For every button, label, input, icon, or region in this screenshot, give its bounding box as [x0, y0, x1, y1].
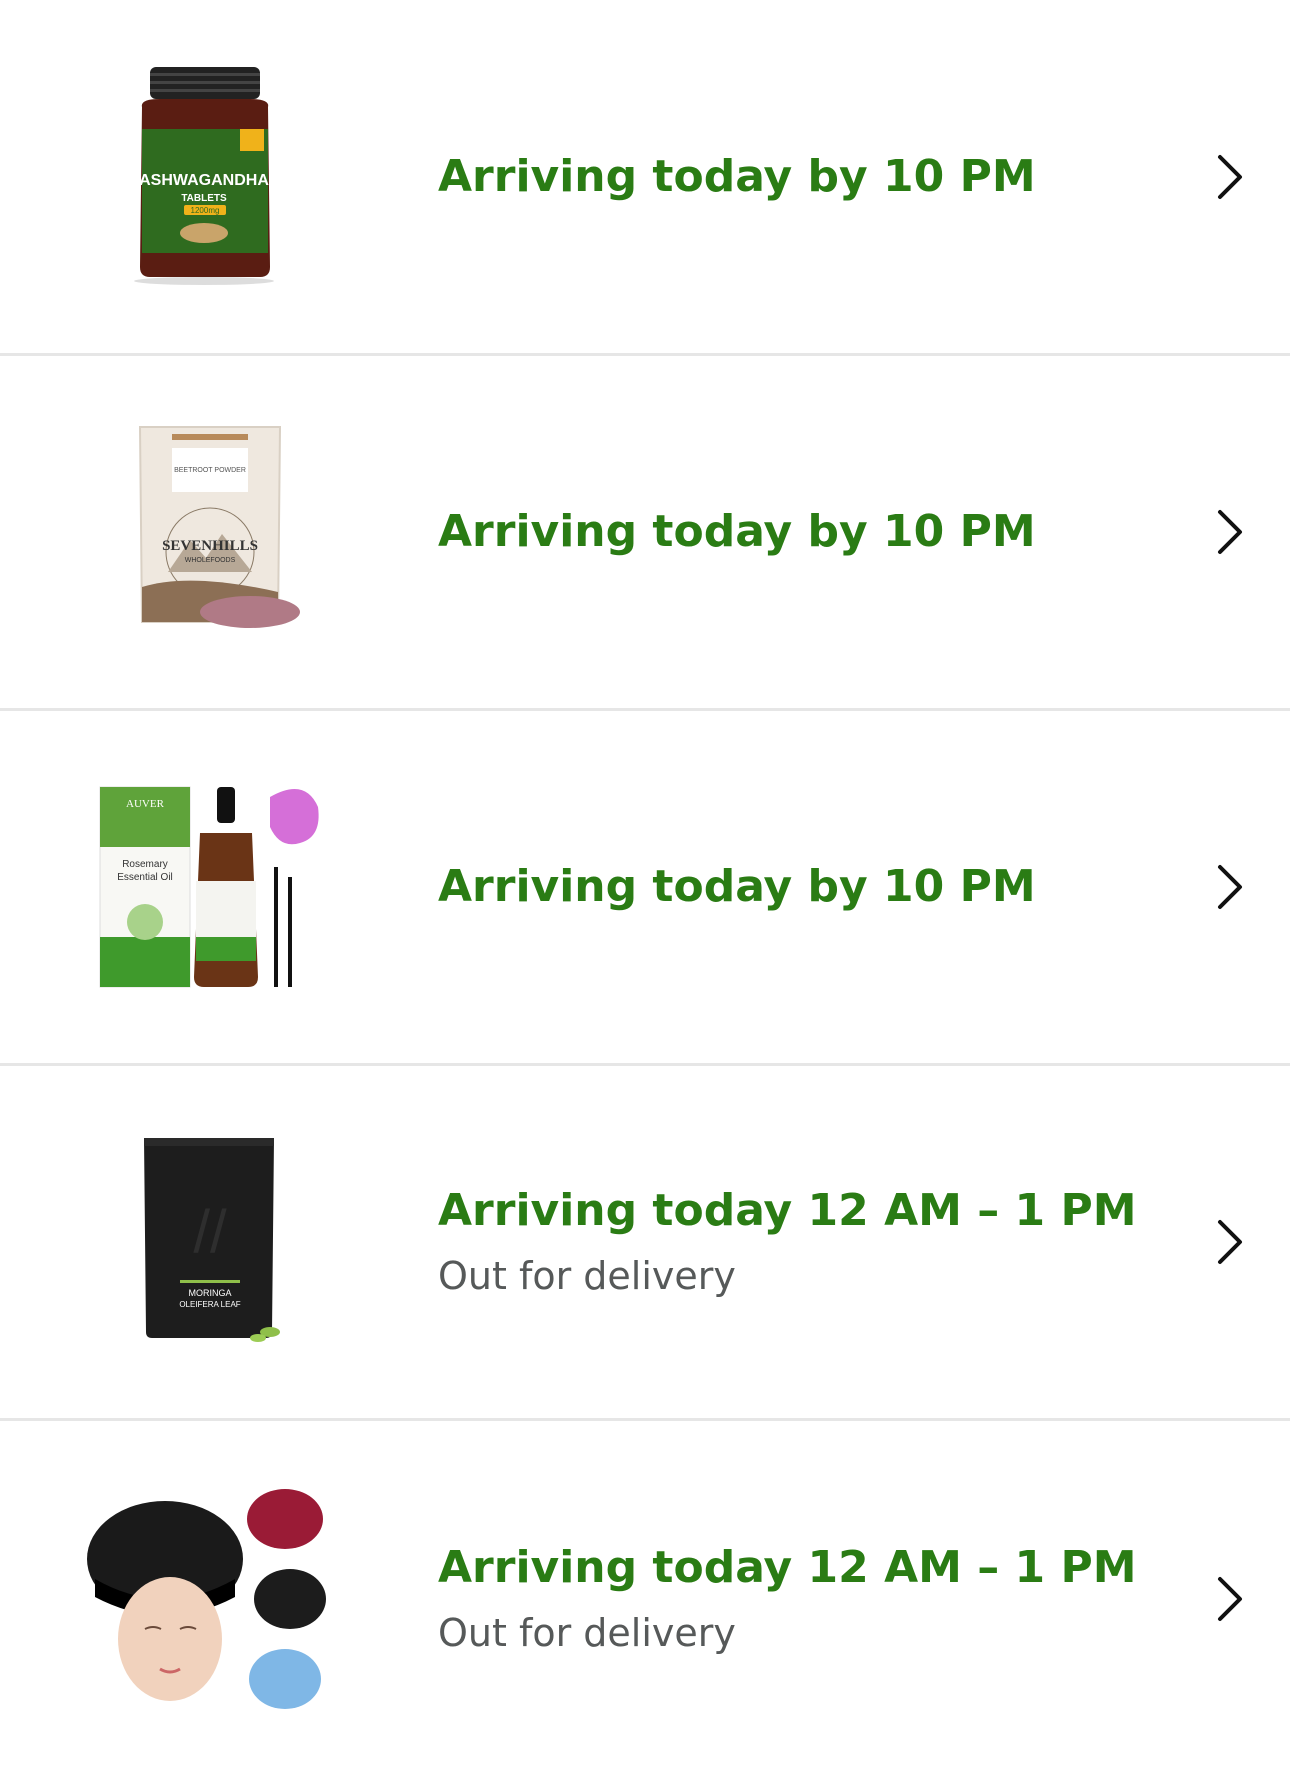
- delivery-text: Arriving today by 10 PM: [438, 859, 1036, 915]
- rosemary-oil-set-image: AUVER Rosemary Essential Oil: [99, 786, 319, 988]
- image-line2-text: Rosemary: [122, 859, 168, 870]
- satin-bonnet-image: [87, 1488, 326, 1709]
- image-line2-text: TABLETS: [181, 193, 227, 204]
- product-image-ashwagandha[interactable]: ASHWAGANDHA TABLETS 1200mg: [80, 52, 340, 302]
- product-image-beetroot-powder[interactable]: BEETROOT POWDER SEVENHILLS WHOLEFOODS: [80, 407, 340, 657]
- svg-text://: //: [193, 1198, 227, 1265]
- delivery-status: Arriving today 12 AM – 1 PM: [438, 1185, 1137, 1236]
- image-brand-text: MORINGA: [188, 1288, 231, 1298]
- chevron-right-icon[interactable]: [1210, 504, 1250, 560]
- delivery-status: Arriving today by 10 PM: [438, 150, 1036, 202]
- image-dose-text: 1200mg: [191, 206, 220, 215]
- product-image-satin-bonnets[interactable]: [80, 1474, 340, 1724]
- delivery-substatus: Out for delivery: [438, 1610, 736, 1655]
- delivery-text: Arriving today 12 AM – 1 PM Out for deli…: [438, 1540, 1137, 1658]
- image-top-text: BEETROOT POWDER: [174, 467, 246, 474]
- delivery-row[interactable]: BEETROOT POWDER SEVENHILLS WHOLEFOODS Ar…: [0, 356, 1290, 711]
- chevron-right-icon[interactable]: [1210, 149, 1250, 205]
- delivery-text: Arriving today by 10 PM: [438, 504, 1036, 560]
- delivery-row[interactable]: // MORINGA OLEIFERA LEAF Arriving today …: [0, 1066, 1290, 1421]
- delivery-status: Arriving today 12 AM – 1 PM: [438, 1541, 1137, 1593]
- delivery-row[interactable]: AUVER Rosemary Essential Oil Arriving to…: [0, 711, 1290, 1066]
- image-line3-text: Essential Oil: [117, 872, 173, 883]
- chevron-right-icon[interactable]: [1210, 859, 1250, 915]
- delivery-status: Arriving today by 10 PM: [438, 506, 1036, 557]
- image-brand-text: ASHWAGANDHA: [139, 172, 269, 189]
- deliveries-list: ASHWAGANDHA TABLETS 1200mg Arriving toda…: [0, 0, 1290, 1776]
- delivery-text: Arriving today 12 AM – 1 PM Out for deli…: [438, 1183, 1137, 1301]
- beetroot-pouch-image: BEETROOT POWDER SEVENHILLS WHOLEFOODS: [138, 426, 300, 628]
- delivery-row[interactable]: Arriving today 12 AM – 1 PM Out for deli…: [0, 1421, 1290, 1776]
- image-line2-text: OLEIFERA LEAF: [179, 1300, 240, 1309]
- product-image-moringa[interactable]: // MORINGA OLEIFERA LEAF: [80, 1117, 340, 1367]
- delivery-substatus: Out for delivery: [438, 1254, 736, 1298]
- image-brand-text: SEVENHILLS: [162, 538, 258, 554]
- image-brand-text: AUVER: [126, 798, 165, 810]
- product-image-rosemary-oil[interactable]: AUVER Rosemary Essential Oil: [80, 762, 340, 1012]
- moringa-pouch-image: // MORINGA OLEIFERA LEAF: [144, 1138, 280, 1342]
- image-line2-text: WHOLEFOODS: [185, 557, 236, 564]
- chevron-right-icon[interactable]: [1210, 1214, 1250, 1270]
- delivery-status: Arriving today by 10 PM: [438, 861, 1036, 912]
- delivery-text: Arriving today by 10 PM: [438, 149, 1036, 205]
- chevron-right-icon[interactable]: [1210, 1571, 1250, 1627]
- ashwagandha-bottle-image: ASHWAGANDHA TABLETS 1200mg: [134, 66, 274, 285]
- delivery-row[interactable]: ASHWAGANDHA TABLETS 1200mg Arriving toda…: [0, 0, 1290, 356]
